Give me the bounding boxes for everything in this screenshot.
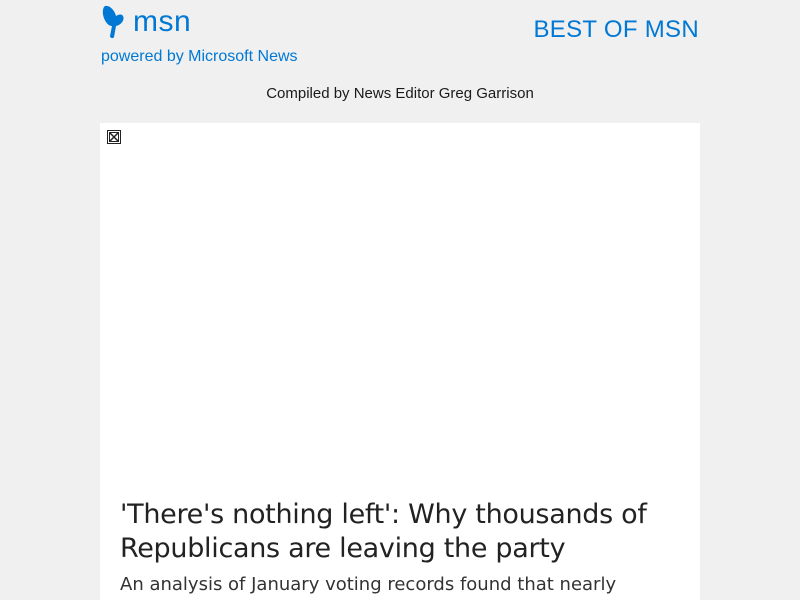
article-summary: An analysis of January voting records fo… xyxy=(120,574,617,600)
article-card[interactable]: 'There's nothing left': Why thousands of… xyxy=(100,123,700,600)
article-headline-link[interactable]: 'There's nothing left': Why thousands of… xyxy=(120,498,680,566)
broken-image-icon xyxy=(107,130,121,144)
butterfly-icon xyxy=(102,5,124,39)
powered-by-link[interactable]: powered by Microsoft News xyxy=(101,48,298,66)
compiled-by-text: Compiled by News Editor Greg Garrison xyxy=(266,85,534,102)
msn-logo-link[interactable]: msn xyxy=(101,4,191,40)
newsletter-header: msn powered by Microsoft News BEST OF MS… xyxy=(0,0,800,122)
section-title: BEST OF MSN xyxy=(533,16,699,43)
brand-name: msn xyxy=(133,5,192,38)
